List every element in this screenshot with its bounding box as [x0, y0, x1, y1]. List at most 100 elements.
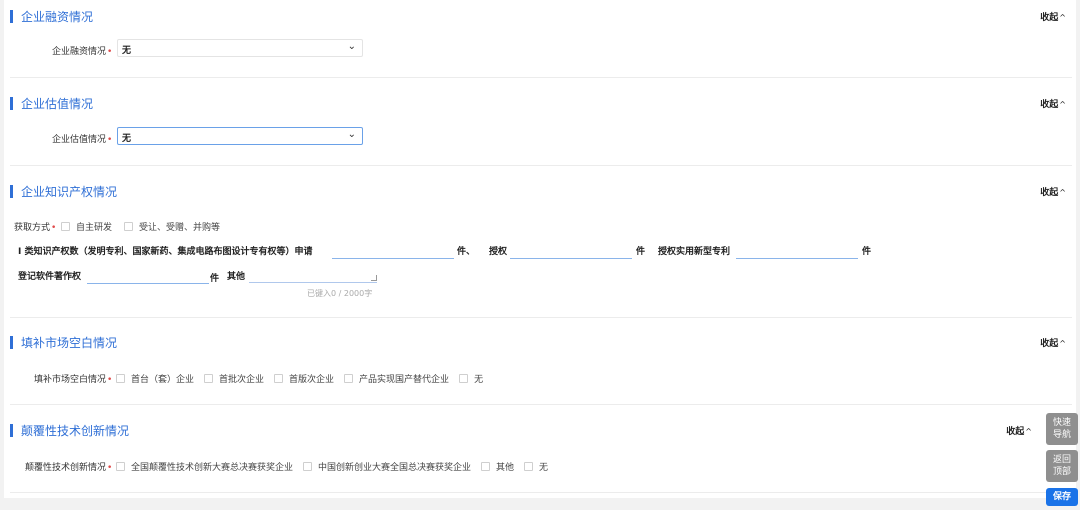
- quick-nav-label-2: 导航: [1052, 430, 1071, 440]
- required-mark: •: [51, 223, 57, 233]
- select-value: 无: [122, 46, 132, 56]
- section-financing: 企业融资情况 收起^ 企业融资情况• 无 ⌄: [10, 8, 1072, 78]
- title-accent-bar: [10, 10, 13, 23]
- collapse-button[interactable]: 收起^: [1040, 97, 1066, 110]
- checkbox-other[interactable]: [481, 462, 491, 471]
- financing-select[interactable]: 无 ⌄: [117, 39, 363, 57]
- checkbox-first-set[interactable]: [116, 374, 125, 383]
- option-label: 首批次企业: [219, 375, 265, 385]
- quick-nav-label-1: 快速: [1052, 418, 1071, 428]
- checkbox-none[interactable]: [524, 462, 534, 471]
- section-title-text: 企业融资情况: [21, 10, 94, 24]
- checkbox-transfer[interactable]: [124, 222, 134, 231]
- section-title-text: 企业知识产权情况: [21, 185, 118, 199]
- class1-ip-label: I 类知识产权数（发明专利、国家新药、集成电路布图设计专有权等）申请: [18, 247, 313, 257]
- back-to-top-label-2: 顶部: [1052, 467, 1071, 477]
- back-to-top-button[interactable]: 返回 顶部: [1046, 450, 1078, 482]
- section-ip: 企业知识产权情况 收起^ 获取方式• 自主研发 受让、受赠、并购等 I 类知识产…: [10, 183, 1072, 318]
- checkbox-china-innovation-award[interactable]: [303, 462, 313, 471]
- section-title: 企业融资情况: [10, 8, 93, 25]
- collapse-label: 收起: [1040, 13, 1059, 23]
- unit-label: 件: [636, 247, 646, 257]
- section-title: 填补市场空白情况: [10, 334, 117, 351]
- field-label-text: 颠覆性技术创新情况: [25, 463, 107, 473]
- save-button[interactable]: 保存: [1046, 488, 1078, 506]
- section-title: 企业知识产权情况: [10, 183, 117, 200]
- utility-model-label: 授权实用新型专利: [658, 247, 731, 257]
- checkbox-first-batch[interactable]: [204, 374, 214, 383]
- collapse-button[interactable]: 收起^: [1040, 185, 1066, 198]
- quick-nav-button[interactable]: 快速 导航: [1046, 413, 1078, 445]
- required-mark: •: [107, 463, 113, 473]
- option-label: 无: [474, 375, 484, 385]
- option-label: 受让、受赠、并购等: [139, 223, 221, 233]
- checkbox-national-award[interactable]: [116, 462, 125, 471]
- chevron-up-icon: ^: [1059, 339, 1066, 348]
- unit-label: 件、: [457, 247, 476, 257]
- field-label-text: 获取方式: [14, 223, 51, 233]
- chevron-up-icon: ^: [1025, 427, 1032, 436]
- option-label: 首版次企业: [289, 375, 335, 385]
- checkbox-self-developed[interactable]: [61, 222, 70, 231]
- checkbox-domestic-substitution[interactable]: [344, 374, 354, 383]
- option-label: 其他: [496, 463, 515, 473]
- title-accent-bar: [10, 336, 13, 349]
- section-title: 颠覆性技术创新情况: [10, 422, 129, 439]
- software-copyright-label: 登记软件著作权: [18, 272, 82, 282]
- required-mark: •: [107, 135, 113, 145]
- disruptive-tech-options: 全国颠覆性技术创新大赛总决赛获奖企业 中国创新创业大赛全国总决赛获奖企业 其他 …: [116, 460, 558, 473]
- chevron-up-icon: ^: [1059, 13, 1066, 22]
- field-label: 颠覆性技术创新情况•: [25, 460, 112, 473]
- title-accent-bar: [10, 97, 13, 110]
- section-valuation: 企业估值情况 收起^ 企业估值情况• 无 ⌄: [10, 95, 1072, 166]
- chevron-down-icon: ⌄: [347, 129, 356, 140]
- collapse-label: 收起: [1040, 100, 1059, 110]
- option-label: 无: [539, 463, 549, 473]
- section-title: 企业估值情况: [10, 95, 93, 112]
- collapse-button[interactable]: 收起^: [1040, 336, 1066, 349]
- section-title-text: 填补市场空白情况: [21, 336, 118, 350]
- required-mark: •: [107, 375, 113, 385]
- chevron-down-icon: ⌄: [347, 41, 356, 52]
- checkbox-first-edition[interactable]: [274, 374, 284, 383]
- granted-label: 授权: [489, 247, 508, 257]
- acquire-method-options: 自主研发 受让、受赠、并购等: [61, 220, 230, 233]
- class1-apply-input[interactable]: [332, 245, 454, 259]
- resize-handle-icon[interactable]: [371, 275, 377, 281]
- acquire-method-label: 获取方式•: [14, 220, 56, 233]
- section-disruptive-tech: 颠覆性技术创新情况 收起^ 颠覆性技术创新情况• 全国颠覆性技术创新大赛总决赛获…: [10, 422, 1072, 493]
- field-label-text: 企业估值情况: [52, 135, 107, 145]
- utility-model-input[interactable]: [736, 245, 858, 259]
- class1-granted-input[interactable]: [510, 245, 632, 259]
- software-copyright-input[interactable]: [87, 270, 209, 284]
- section-market-gap: 填补市场空白情况 收起^ 填补市场空白情况• 首台（套）企业 首批次企业 首版次…: [10, 334, 1072, 405]
- chevron-up-icon: ^: [1059, 100, 1066, 109]
- other-label: 其他: [227, 272, 246, 282]
- field-label: 企业估值情况•: [52, 132, 112, 145]
- option-label: 首台（套）企业: [131, 375, 195, 385]
- option-label: 产品实现国产替代企业: [359, 375, 450, 385]
- title-accent-bar: [10, 424, 13, 437]
- collapse-label: 收起: [1006, 427, 1025, 437]
- unit-label: 件: [210, 274, 220, 284]
- option-label: 中国创新创业大赛全国总决赛获奖企业: [318, 463, 472, 473]
- char-counter: 已键入0 / 2000字: [307, 289, 373, 298]
- unit-label: 件: [862, 247, 872, 257]
- collapse-button[interactable]: 收起^: [1006, 424, 1032, 437]
- field-label: 企业融资情况•: [52, 44, 112, 57]
- section-title-text: 企业估值情况: [21, 97, 94, 111]
- other-textarea[interactable]: [249, 267, 377, 283]
- required-mark: •: [107, 47, 113, 57]
- checkbox-none[interactable]: [459, 374, 469, 383]
- option-label: 自主研发: [76, 223, 113, 233]
- select-value: 无: [122, 134, 132, 144]
- market-gap-options: 首台（套）企业 首批次企业 首版次企业 产品实现国产替代企业 无: [116, 372, 493, 385]
- field-label: 填补市场空白情况•: [34, 372, 112, 385]
- collapse-button[interactable]: 收起^: [1040, 10, 1066, 23]
- chevron-up-icon: ^: [1059, 188, 1066, 197]
- valuation-select[interactable]: 无 ⌄: [117, 127, 363, 145]
- collapse-label: 收起: [1040, 188, 1059, 198]
- form-page: 企业融资情况 收起^ 企业融资情况• 无 ⌄ 企业估值情况 收起^ 企业估值情况…: [4, 0, 1076, 498]
- field-label-text: 填补市场空白情况: [34, 375, 107, 385]
- title-accent-bar: [10, 185, 13, 198]
